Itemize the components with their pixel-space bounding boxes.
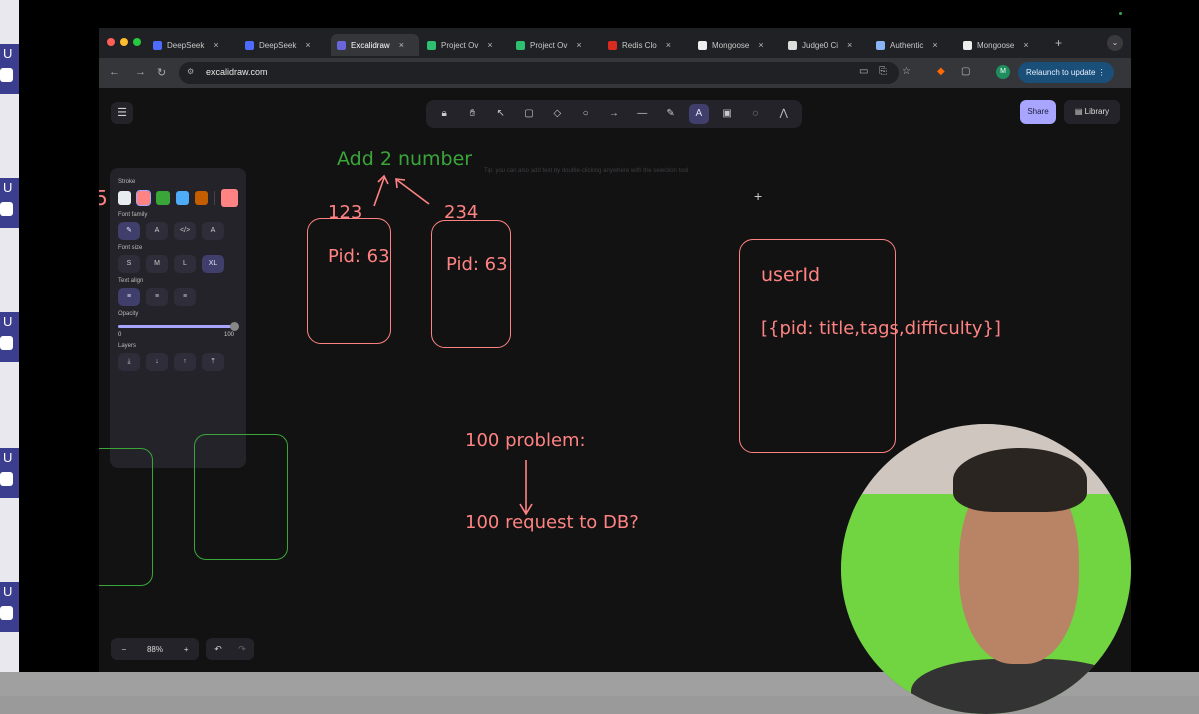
- tab-close-icon[interactable]: ×: [1023, 40, 1028, 50]
- box-pid-234[interactable]: [431, 220, 511, 348]
- minimize-window-icon[interactable]: [120, 38, 128, 46]
- undo-icon[interactable]: ↶: [214, 644, 222, 655]
- user-id-label[interactable]: userId: [761, 264, 820, 286]
- browser-tab[interactable]: Mongoose ×: [957, 34, 1045, 56]
- tab-label: Mongoose: [712, 40, 750, 50]
- redo-icon[interactable]: ↷: [238, 644, 246, 655]
- green-box-left[interactable]: [99, 448, 153, 586]
- tab-favicon-icon: [788, 40, 797, 50]
- tab-label: Project Ov: [441, 40, 479, 50]
- tab-search-icon[interactable]: ⌄: [1107, 35, 1123, 51]
- tab-label: Excalidraw: [351, 40, 390, 50]
- tab-close-icon[interactable]: ×: [399, 40, 404, 50]
- site-info-icon[interactable]: ⚙: [187, 67, 194, 76]
- strip-tab[interactable]: U: [0, 312, 19, 362]
- webcam-presenter-shirt: [911, 659, 1131, 714]
- pid-label-2[interactable]: Pid: 63: [446, 254, 508, 275]
- tab-label: Judge0 Ci: [802, 40, 839, 50]
- tab-close-icon[interactable]: ×: [758, 40, 763, 50]
- tab-close-icon[interactable]: ×: [847, 40, 852, 50]
- forward-icon[interactable]: →: [135, 66, 146, 78]
- tab-close-icon[interactable]: ×: [487, 40, 492, 50]
- problem-label[interactable]: 100 problem:: [465, 430, 586, 451]
- maximize-window-icon[interactable]: [133, 38, 141, 46]
- browser-tab[interactable]: DeepSeek ×: [239, 34, 327, 56]
- tab-label: Project Ov: [530, 40, 568, 50]
- outer-top-bar: [19, 0, 1199, 26]
- extension-icon[interactable]: ◆: [937, 66, 945, 77]
- zoom-in-icon[interactable]: +: [184, 645, 189, 654]
- strip-tab[interactable]: U: [0, 582, 19, 632]
- pid-list-label[interactable]: [{pid: title,tags,difficulty}]: [761, 318, 1001, 339]
- browser-tab[interactable]: Project Ov ×: [421, 34, 509, 56]
- browser-tab[interactable]: Authentic ×: [870, 34, 958, 56]
- tab-favicon-icon: [245, 40, 254, 50]
- webcam-overlay: [841, 424, 1131, 714]
- browser-tab[interactable]: Judge0 Ci ×: [782, 34, 870, 56]
- relaunch-button[interactable]: Relaunch to update ⋮: [1018, 62, 1114, 83]
- url-text: excalidraw.com: [206, 67, 268, 77]
- tab-favicon-icon: [427, 40, 436, 50]
- browser-tab[interactable]: Mongoose ×: [692, 34, 780, 56]
- browser-tab[interactable]: DeepSeek ×: [147, 34, 235, 56]
- history-controls: ↶ ↷: [206, 638, 254, 660]
- browser-tab[interactable]: Excalidraw ×: [331, 34, 419, 56]
- crosshair-cursor-icon: +: [754, 188, 763, 204]
- recording-indicator-icon: [1119, 12, 1122, 15]
- arrow-problem-to-request[interactable]: [519, 460, 533, 516]
- cast-icon[interactable]: ▭: [859, 66, 868, 77]
- pid-label-1[interactable]: Pid: 63: [328, 246, 390, 267]
- tab-label: Redis Clo: [622, 40, 657, 50]
- arrow-234-to-title[interactable]: [395, 178, 430, 205]
- zoom-level[interactable]: 88%: [147, 645, 163, 654]
- tab-close-icon[interactable]: ×: [305, 40, 310, 50]
- tab-favicon-icon: [608, 40, 617, 50]
- box-pid-123[interactable]: [307, 218, 391, 344]
- tab-favicon-icon: [153, 40, 162, 50]
- webcam-presenter-hair: [953, 448, 1087, 512]
- strip-tab[interactable]: U: [0, 178, 19, 228]
- tab-favicon-icon: [698, 40, 707, 50]
- tab-label: DeepSeek: [259, 40, 297, 50]
- tab-favicon-icon: [337, 40, 346, 50]
- tab-label: Authentic: [890, 40, 924, 50]
- address-bar-row: ← → ↻ ⚙ excalidraw.com ▭ ⎘ ☆ ◆ ▢ M Relau…: [99, 58, 1131, 88]
- browser-tab[interactable]: Project Ov ×: [510, 34, 598, 56]
- strip-tab[interactable]: U: [0, 44, 19, 94]
- omnibox[interactable]: ⚙ excalidraw.com: [179, 62, 899, 84]
- reload-icon[interactable]: ↻: [157, 66, 166, 79]
- tab-bar: DeepSeek × DeepSeek × Excalidraw × Project Ov ×…: [99, 28, 1131, 58]
- profile-avatar[interactable]: M: [996, 65, 1010, 79]
- zoom-out-icon[interactable]: −: [121, 645, 126, 654]
- green-box-right[interactable]: [194, 434, 288, 560]
- tab-label: Mongoose: [977, 40, 1015, 50]
- tab-close-icon[interactable]: ×: [576, 40, 581, 50]
- tab-close-icon[interactable]: ×: [932, 40, 937, 50]
- new-tab-icon[interactable]: +: [1055, 36, 1062, 50]
- bookmark-star-icon[interactable]: ☆: [902, 66, 911, 77]
- tab-close-icon[interactable]: ×: [666, 40, 671, 50]
- screen-recording-frame: U U U U U DeepSeek × DeepSeek × Excalidraw × P…: [0, 0, 1199, 714]
- tab-favicon-icon: [516, 40, 525, 50]
- tab-favicon-icon: [876, 40, 885, 50]
- close-window-icon[interactable]: [107, 38, 115, 46]
- strip-tab[interactable]: U: [0, 448, 19, 498]
- back-icon[interactable]: ←: [109, 66, 120, 78]
- arrow-123-to-title[interactable]: [373, 174, 389, 207]
- tab-close-icon[interactable]: ×: [213, 40, 218, 50]
- tab-favicon-icon: [963, 40, 972, 50]
- left-app-strip: U U U U U: [0, 0, 19, 672]
- request-label[interactable]: 100 request to DB?: [465, 512, 639, 533]
- zoom-controls: − 88% +: [111, 638, 199, 660]
- install-icon[interactable]: ⎘: [879, 66, 887, 77]
- tab-label: DeepSeek: [167, 40, 205, 50]
- browser-tab[interactable]: Redis Clo ×: [602, 34, 690, 56]
- extensions-puzzle-icon[interactable]: ▢: [961, 66, 970, 77]
